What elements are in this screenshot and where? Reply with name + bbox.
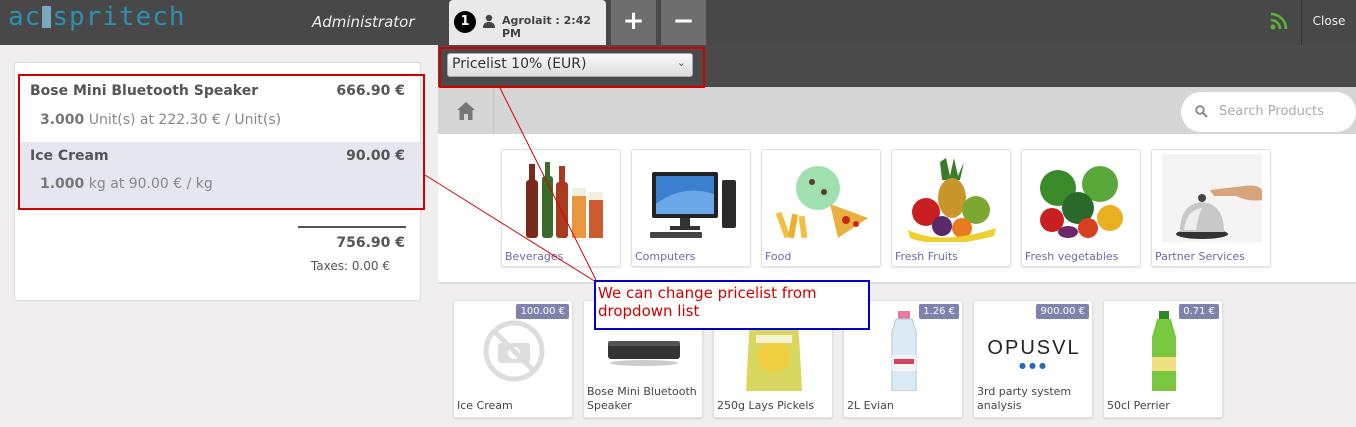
category-label: Computers: [635, 250, 696, 263]
pricelist-highlight: [439, 47, 705, 88]
category-food[interactable]: Food: [761, 149, 881, 267]
opusvl-dots: ●●●: [1019, 361, 1049, 370]
remove-order-button[interactable]: −: [661, 0, 706, 45]
category-label: Fresh vegetables: [1025, 250, 1119, 263]
food-icon: [775, 166, 868, 239]
order-taxes: Taxes: 0.00 €: [310, 259, 390, 273]
no-image-icon: [483, 320, 545, 382]
company-logo: ac spritech: [8, 2, 186, 32]
annotation-text: We can change pricelist from dropdown li…: [598, 284, 817, 320]
product-price-tag: 1.26 €: [919, 304, 959, 319]
annotation-callout: We can change pricelist from dropdown li…: [594, 280, 870, 330]
opusvl-logo: OPUSVL ●●●: [984, 311, 1084, 391]
product-name: 2L Evian: [847, 399, 894, 412]
category-label: Beverages: [505, 250, 564, 263]
rss-icon[interactable]: [1270, 12, 1288, 30]
close-button[interactable]: Close: [1302, 0, 1356, 45]
beverages-icon: [526, 162, 603, 238]
category-partner-services[interactable]: Partner Services: [1151, 149, 1271, 267]
perrier-bottle-icon: [1152, 311, 1176, 391]
product-price-tag: 100.00 €: [516, 304, 569, 319]
home-button[interactable]: [438, 87, 494, 134]
category-label: Food: [765, 250, 792, 263]
product-name: Ice Cream: [457, 399, 513, 412]
product-price-tag: 0.71 €: [1179, 304, 1219, 319]
product-name: 3rd party system analysis: [977, 385, 1072, 412]
search-input[interactable]: Search Products: [1219, 104, 1324, 119]
category-label: Fresh Fruits: [895, 250, 958, 263]
search-icon: [1195, 105, 1208, 118]
product-system-analysis[interactable]: OPUSVL ●●● 900.00 € 3rd party system ana…: [973, 300, 1093, 418]
user-name: Administrator: [312, 13, 415, 31]
product-name: 50cl Perrier: [1107, 399, 1170, 412]
order-tab[interactable]: 1 Agrolait : 2:42 PM: [449, 0, 606, 45]
product-perrier[interactable]: 0.71 € 50cl Perrier: [1103, 300, 1223, 418]
category-computers[interactable]: Computers: [631, 149, 751, 267]
product-name: 250g Lays Pickels: [717, 399, 815, 412]
home-icon: [457, 102, 475, 120]
category-fresh-fruits[interactable]: Fresh Fruits: [891, 149, 1011, 267]
order-total: 756.90 €: [336, 235, 405, 251]
category-label: Partner Services: [1155, 250, 1245, 263]
order-number-badge: 1: [454, 11, 476, 33]
order-lines-highlight: [18, 74, 425, 210]
user-icon: [483, 14, 495, 28]
product-name: Bose Mini Bluetooth Speaker: [587, 385, 697, 412]
computer-icon: [650, 172, 736, 238]
category-fresh-vegetables[interactable]: Fresh vegetables: [1021, 149, 1141, 267]
top-bar: ac spritech Administrator 1 Agrolait : 2:…: [0, 0, 1356, 45]
add-order-button[interactable]: +: [611, 0, 656, 45]
fruits-icon: [908, 158, 996, 242]
bell-icon: [1162, 154, 1262, 242]
product-price-tag: 900.00 €: [1036, 304, 1089, 319]
search-box[interactable]: Search Products: [1181, 92, 1356, 132]
product-ice-cream[interactable]: 100.00 € Ice Cream: [453, 300, 573, 418]
vegetables-icon: [1040, 166, 1123, 238]
category-beverages[interactable]: Beverages: [501, 149, 621, 267]
total-rule: [298, 226, 406, 228]
opusvl-logo-text: OPUSVL: [987, 337, 1081, 359]
order-tab-label: Agrolait : 2:42 PM: [502, 14, 592, 40]
